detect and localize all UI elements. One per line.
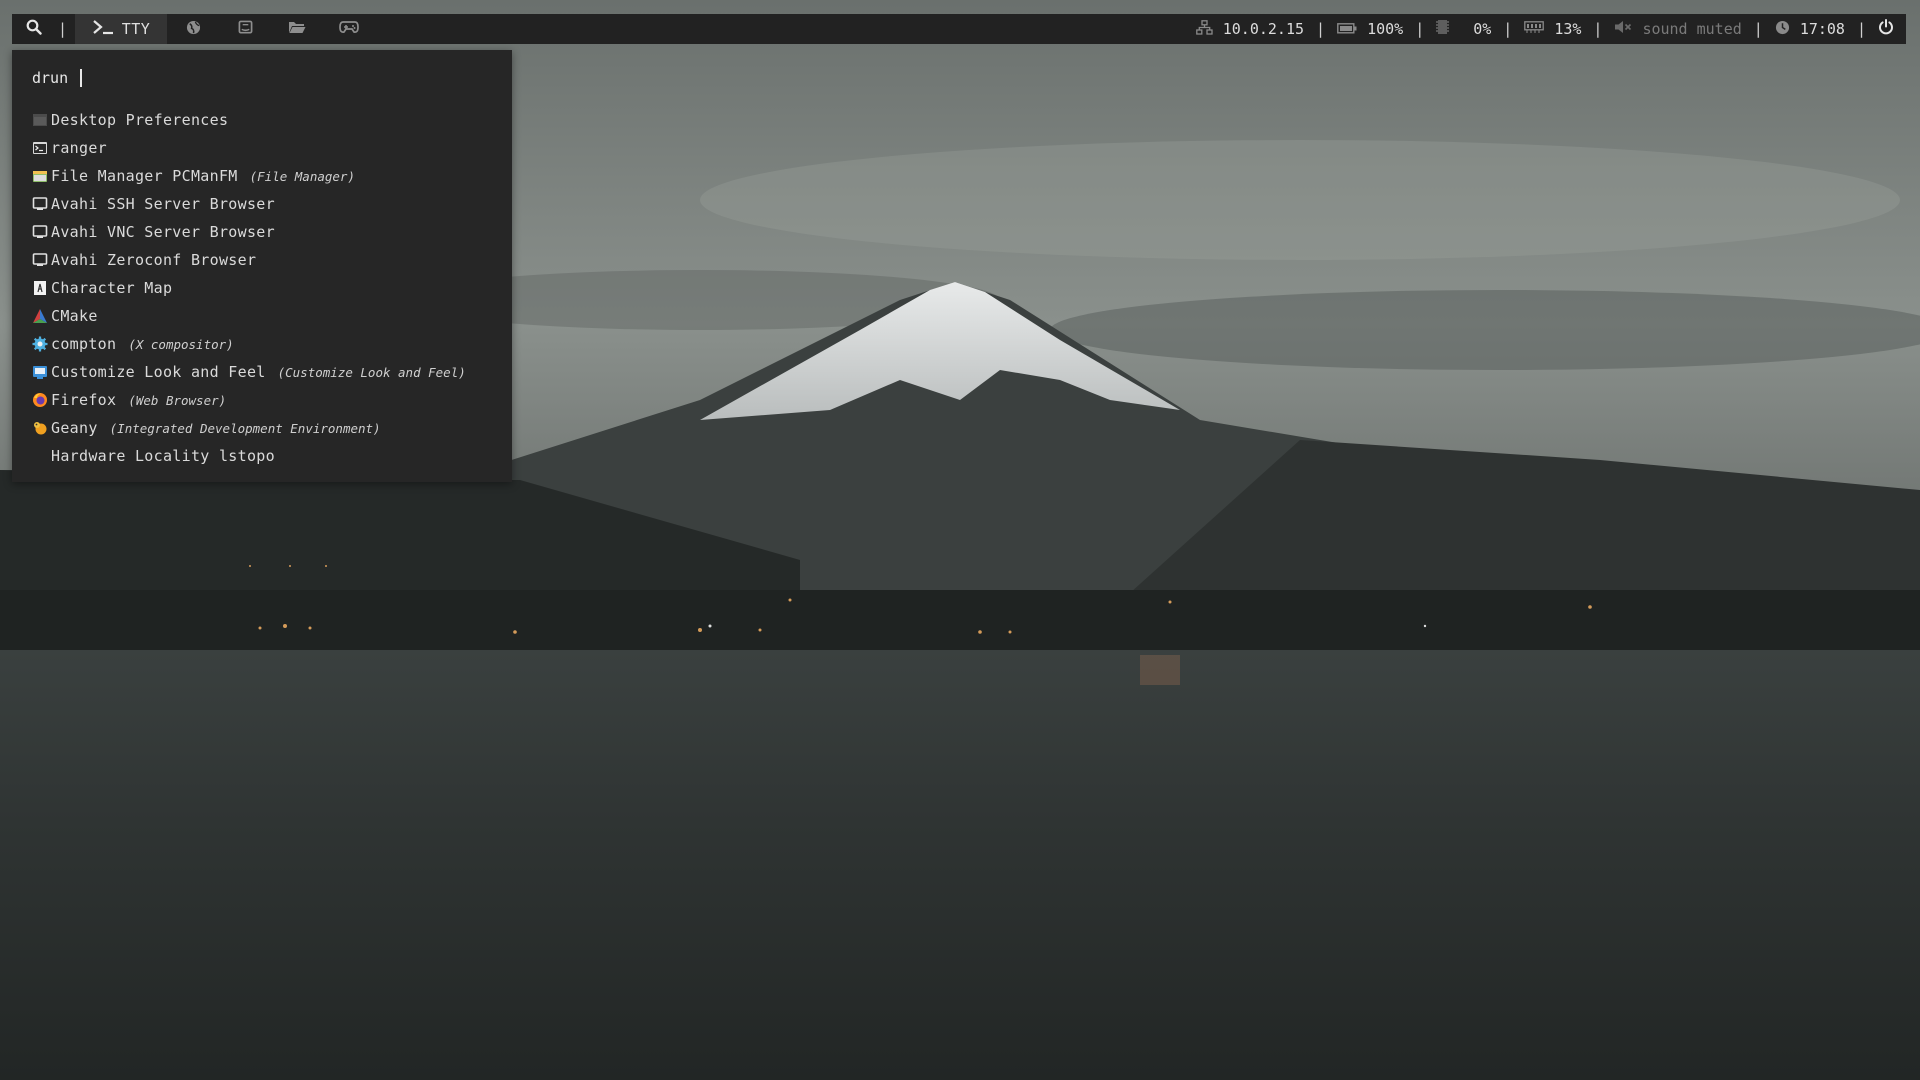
memory-usage: 13%	[1554, 20, 1582, 38]
network-icon	[1195, 19, 1213, 39]
status-separator: |	[1753, 20, 1763, 38]
cmake-icon	[32, 308, 48, 324]
top-bar: | TTY 10.0.2.15 | 100% | 0% | 13% | soun…	[12, 14, 1906, 44]
launcher-prompt: drun	[32, 69, 69, 87]
app-launcher: drun Desktop Preferences ranger File Man…	[12, 50, 512, 482]
battery-level: 100%	[1367, 20, 1404, 38]
text-cursor	[80, 69, 83, 87]
chat-icon	[238, 20, 253, 39]
network-browser-icon	[32, 196, 48, 212]
workspace-tty-label: TTY	[121, 20, 151, 38]
network-browser-icon	[32, 224, 48, 240]
status-separator: |	[1316, 20, 1326, 38]
clock-icon	[1775, 20, 1790, 39]
appearance-icon	[32, 364, 48, 380]
status-separator: |	[1503, 20, 1513, 38]
entry-name: compton	[51, 335, 117, 353]
entry-description: (File Manager)	[249, 168, 355, 184]
sound-status[interactable]: sound muted	[1614, 20, 1742, 38]
preferences-icon	[32, 112, 48, 128]
launcher-entry[interactable]: Avahi Zeroconf Browser	[32, 246, 502, 274]
entry-name: Avahi VNC Server Browser	[51, 223, 275, 241]
file-manager-icon	[32, 168, 48, 184]
status-separator: |	[1593, 20, 1603, 38]
memory-status[interactable]: 13%	[1524, 20, 1581, 38]
workspace-browser[interactable]	[167, 14, 219, 44]
entry-name: CMake	[51, 307, 98, 325]
entry-name: Avahi Zeroconf Browser	[51, 251, 257, 269]
entry-description: (Customize Look and Feel)	[277, 364, 466, 380]
launcher-entry[interactable]: Customize Look and Feel (Customize Look …	[32, 358, 502, 386]
entry-description: (Integrated Development Environment)	[109, 420, 381, 436]
character-map-icon	[32, 280, 48, 296]
compton-gear-icon	[32, 336, 48, 352]
search-icon	[26, 19, 42, 39]
entry-name: Desktop Preferences	[51, 111, 229, 129]
bar-status-section: 10.0.2.15 | 100% | 0% | 13% | sound mute…	[1195, 14, 1906, 44]
cpu-icon	[1436, 19, 1450, 39]
launcher-entry[interactable]: compton (X compositor)	[32, 330, 502, 358]
launcher-input[interactable]: drun	[32, 68, 83, 88]
entry-description: (X compositor)	[128, 336, 234, 352]
launcher-entry-list: Desktop Preferences ranger File Manager …	[32, 106, 502, 470]
workspace-tty[interactable]: TTY	[75, 14, 168, 44]
entry-name: File Manager PCManFM	[51, 167, 238, 185]
speaker-muted-icon	[1614, 20, 1632, 38]
launcher-entry[interactable]: Desktop Preferences	[32, 106, 502, 134]
entry-name: Customize Look and Feel	[51, 363, 266, 381]
battery-icon	[1337, 20, 1357, 38]
workspace-chat[interactable]	[219, 14, 271, 44]
ip-address: 10.0.2.15	[1222, 20, 1305, 38]
launcher-entry[interactable]: File Manager PCManFM (File Manager)	[32, 162, 502, 190]
status-separator: |	[1415, 20, 1425, 38]
geany-icon	[32, 420, 48, 436]
launcher-entry[interactable]: Hardware Locality lstopo	[32, 442, 502, 470]
entry-name: Geany	[51, 419, 98, 437]
blank-icon	[32, 448, 48, 464]
battery-status[interactable]: 100%	[1337, 20, 1403, 38]
sound-state: sound muted	[1642, 20, 1742, 38]
entry-name: Firefox	[51, 391, 117, 409]
entry-name: Character Map	[51, 279, 173, 297]
entry-name: Hardware Locality lstopo	[51, 447, 275, 465]
power-icon	[1878, 19, 1894, 39]
terminal-prompt-icon	[92, 19, 114, 39]
firefox-icon	[32, 392, 48, 408]
workspace-games[interactable]	[323, 14, 375, 44]
cpu-usage: 0%	[1473, 20, 1492, 38]
cpu-status[interactable]: 0%	[1436, 19, 1491, 39]
memory-icon	[1524, 20, 1545, 38]
network-browser-icon	[32, 252, 48, 268]
bar-left-section: | TTY	[12, 14, 375, 44]
terminal-icon	[32, 140, 48, 156]
launcher-entry[interactable]: ranger	[32, 134, 502, 162]
search-separator: |	[58, 20, 68, 38]
launcher-entry[interactable]: Character Map	[32, 274, 502, 302]
launcher-entry[interactable]: Avahi VNC Server Browser	[32, 218, 502, 246]
globe-icon	[186, 20, 201, 39]
entry-name: ranger	[51, 139, 107, 157]
network-status[interactable]: 10.0.2.15	[1195, 19, 1305, 39]
status-separator: |	[1856, 20, 1866, 38]
launcher-entry[interactable]: Avahi SSH Server Browser	[32, 190, 502, 218]
launcher-entry[interactable]: Firefox (Web Browser)	[32, 386, 502, 414]
gamepad-icon	[339, 20, 359, 38]
workspace-files[interactable]	[271, 14, 323, 44]
folder-icon	[288, 20, 306, 38]
launcher-entry[interactable]: Geany (Integrated Development Environmen…	[32, 414, 502, 442]
entry-description: (Web Browser)	[128, 392, 227, 408]
search-button[interactable]	[12, 14, 52, 44]
launcher-entry[interactable]: CMake	[32, 302, 502, 330]
clock[interactable]: 17:08	[1775, 20, 1845, 39]
entry-name: Avahi SSH Server Browser	[51, 195, 275, 213]
power-button[interactable]	[1878, 19, 1894, 39]
clock-time: 17:08	[1799, 20, 1845, 38]
